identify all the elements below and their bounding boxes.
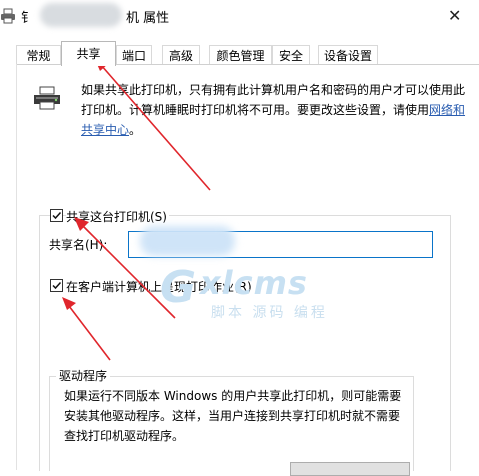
additional-drivers-button[interactable]	[290, 462, 410, 476]
tab-sharing[interactable]: 共享	[61, 41, 116, 66]
tab-device-settings[interactable]: 设备设置	[318, 45, 378, 65]
tab-pane-left-border	[16, 64, 17, 470]
share-name-redaction	[140, 226, 235, 256]
tab-advanced[interactable]: 高级	[162, 45, 200, 65]
checkmark-icon	[52, 211, 62, 220]
share-name-label: 共享名(H):	[49, 238, 108, 252]
tab-general[interactable]: 常规	[16, 45, 61, 65]
tab-ports[interactable]: 端口	[116, 45, 152, 65]
drivers-description: 如果运行不同版本 Windows 的用户共享此打印机，则可能需要安装其他驱动程序…	[64, 389, 402, 443]
drivers-legend: 驱动程序	[56, 367, 111, 384]
checkmark-icon	[52, 281, 62, 290]
share-printer-label[interactable]: 共享这台打印机(S)	[66, 208, 169, 225]
tab-security[interactable]: 安全	[272, 45, 310, 65]
sharing-description-text: 如果共享此打印机，只有拥有此计算机用户名和密码的用户才可以使用此打印机。计算机睡…	[81, 83, 466, 117]
printer-icon	[1, 8, 15, 24]
close-icon[interactable]: ✕	[448, 6, 461, 25]
tab-color-management[interactable]: 颜色管理	[209, 45, 272, 65]
description-period: 。	[129, 123, 142, 137]
watermark-logo-text: xlcms	[200, 264, 308, 302]
share-printer-checkbox[interactable]	[50, 209, 63, 222]
window-title-start: 钅	[21, 11, 35, 26]
window-title-end: 机 属性	[126, 11, 170, 26]
watermark-tagline: 脚本 源码 编程	[211, 305, 328, 321]
tab-strip: 常规 共享 端口 高级 颜色管理 安全 设备设置	[16, 41, 479, 66]
render-jobs-checkbox[interactable]	[50, 279, 63, 292]
sharing-description: 如果共享此打印机，只有拥有此计算机用户名和密码的用户才可以使用此打印机。计算机睡…	[81, 80, 473, 140]
watermark-logo-g: G	[160, 262, 197, 313]
printer-icon	[34, 86, 60, 110]
title-redaction	[40, 3, 122, 27]
title-bar: 钅 机 属性 ✕	[0, 0, 479, 34]
